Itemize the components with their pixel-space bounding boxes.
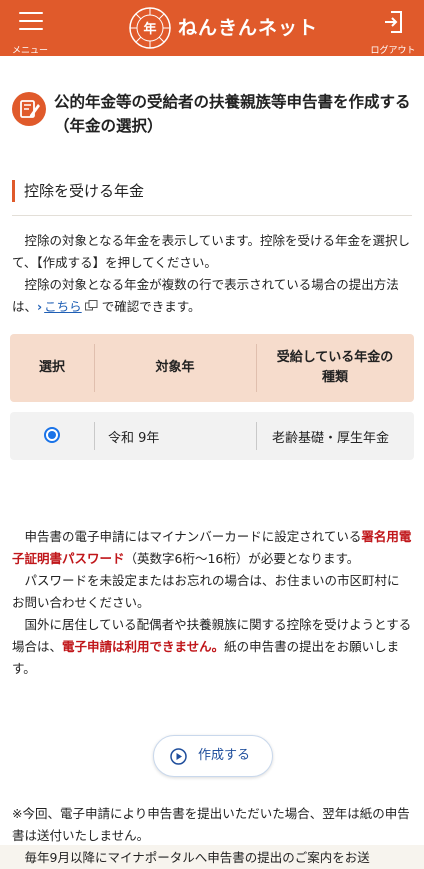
section-header: 控除を受ける年金 [12,180,412,218]
section-accent-bar [12,180,15,202]
column-divider [94,422,95,450]
intro-line-2: 控除の対象となる年金が複数の行で表示されている場合の提出方法は、› こちら で確認で… [12,277,399,314]
brand-title[interactable]: ねんきんネット [178,13,318,40]
notice-password-forgot: パスワードを未設定またはお忘れの場合は、お住まいの市区町村にお問い合わせください… [12,573,400,610]
logout-icon [385,11,402,33]
hamburger-icon [19,12,43,30]
pension-select-radio[interactable] [44,427,60,443]
intro-text: 控除の対象となる年金を表示しています。控除を受ける年金を選択して、【作成する】を… [12,230,412,318]
table-header: 選択 対象年 受給している年金の種類 [10,334,414,402]
link-chevron-icon: › [37,299,43,314]
external-link-icon [84,300,98,311]
row-year: 令和 9年 [108,430,160,446]
menu-button[interactable]: メニュー [8,8,52,56]
intro-line-1: 控除の対象となる年金を表示しています。控除を受ける年金を選択して、【作成する】を… [12,233,411,270]
column-divider [256,422,257,450]
table-row[interactable]: 令和 9年 老齢基礎・厚生年金 [10,412,414,460]
help-link[interactable]: こちら [44,299,82,314]
section-divider [12,215,412,216]
footnote-text: ※今回、電子申請により申告書を提出いただいた場合、翌年は紙の申告書は送付いたしま… [12,803,412,869]
logout-label: ログアウト [370,46,416,56]
pension-table: 選択 対象年 受給している年金の種類 令和 9年 老齢基礎・厚生年金 [10,334,414,460]
footnote-line-1: ※今回、電子申請により申告書を提出いただいた場合、翌年は紙の申告書は送付いたしま… [12,806,410,843]
app-header: メニュー 年 ねんきんネット ログアウト [0,0,424,56]
footnote-line-2: 毎年9月以降にマイナポータルへ申告書の提出のご案内をお送 [24,850,370,865]
logo-icon: 年 [129,7,171,49]
page-title: 公的年金等の受給者の扶養親族等申告書を作成する（年金の選択） [54,93,411,135]
menu-label: メニュー [11,46,48,56]
create-button-label: 作成する [198,748,251,763]
create-button[interactable]: 作成する [153,735,273,777]
main-content: 公的年金等の受給者の扶養親族等申告書を作成する（年金の選択） 控除を受ける年金 … [0,56,424,865]
overseas-warning: 電子申請は利用できません。 [62,639,225,654]
notice-password: 申告書の電子申請にはマイナンバーカードに設定されている署名用電子証明書パスワード… [12,529,412,566]
column-header-year: 対象年 [155,360,195,375]
column-header-kind: 受給している年金の種類 [276,350,394,385]
play-circle-icon [170,748,187,765]
column-divider [256,344,257,392]
logo-glyph: 年 [143,21,156,37]
notice-overseas: 国外に居住している配偶者や扶養親族に関する控除を受けようとする場合は、電子申請は… [12,617,412,676]
row-pension-kind: 老齢基礎・厚生年金 [272,430,390,446]
notice-text: 申告書の電子申請にはマイナンバーカードに設定されている署名用電子証明書パスワード… [12,526,412,680]
logout-button[interactable]: ログアウト [368,8,418,56]
column-header-select: 選択 [38,360,65,375]
section-title: 控除を受ける年金 [24,182,145,200]
document-edit-icon [12,92,46,126]
column-divider [94,344,95,392]
